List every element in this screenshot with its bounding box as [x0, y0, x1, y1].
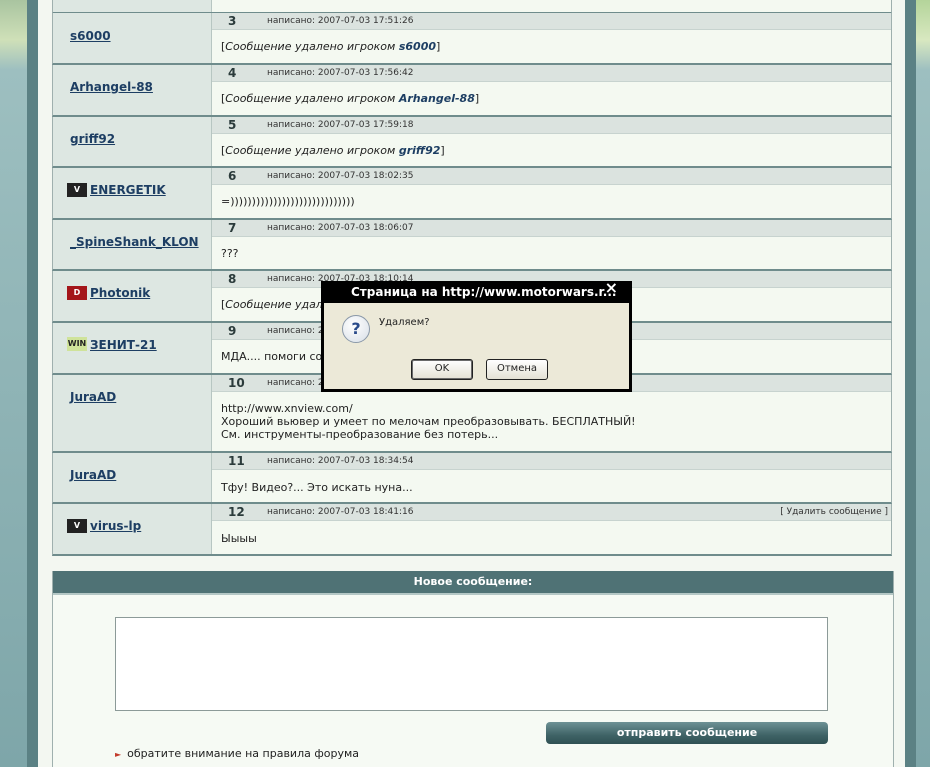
post-header: 4 написано: 2007-07-03 17:56:42	[212, 65, 891, 82]
post-date: написано: 2	[267, 378, 324, 388]
forum-post: _SpineShank_KLON 7 написано: 2007-07-03 …	[52, 220, 892, 271]
forum-post: JuraAD 11 написано: 2007-07-03 18:34:54 …	[52, 453, 892, 504]
forum-post: s6000 3 написано: 2007-07-03 17:51:26 [С…	[52, 13, 892, 65]
post-author-cell: s6000	[53, 13, 212, 63]
author-link[interactable]: _SpineShank_KLON	[70, 235, 199, 249]
post-body: Тфу! Видео?... Это искать нуна...	[221, 481, 413, 494]
forum-post: V virus-lp 12 написано: 2007-07-03 18:41…	[52, 504, 892, 556]
post-date: написано: 2007-07-03 17:59:18	[267, 120, 414, 130]
post-number: 5	[228, 118, 237, 132]
post-author-cell: V ENERGETIK	[53, 168, 212, 218]
post-header: 7 написано: 2007-07-03 18:06:07	[212, 220, 891, 237]
post-date: написано: 2007-07-03 17:51:26	[267, 16, 414, 26]
post-author-cell: JuraAD	[53, 453, 212, 502]
post-author-cell: JuraAD	[53, 375, 212, 451]
post-body: Ыыыы	[221, 532, 257, 545]
post-date: написано: 2007-07-03 17:56:42	[267, 68, 414, 78]
forum-post: V ENERGETIK 6 написано: 2007-07-03 18:02…	[52, 168, 892, 220]
dialog-titlebar[interactable]: Страница на http://www.motorwars.r... ×	[321, 278, 632, 303]
post-author-cell: griff92	[53, 117, 212, 166]
post-number: 12	[228, 505, 245, 519]
delete-post-link[interactable]: [ Удалить сообщение ]	[780, 507, 888, 517]
send-message-button[interactable]: отправить сообщение	[546, 722, 828, 744]
close-icon[interactable]: ×	[605, 278, 618, 297]
post-header: 5 написано: 2007-07-03 17:59:18	[212, 117, 891, 134]
author-link[interactable]: JuraAD	[70, 390, 116, 404]
post-number: 10	[228, 376, 245, 390]
user-badge-icon: V	[67, 519, 87, 533]
author-link[interactable]: s6000	[70, 29, 111, 43]
post-number: 9	[228, 324, 237, 338]
forum-post: Arhangel-88 4 написано: 2007-07-03 17:56…	[52, 65, 892, 117]
confirm-dialog: Страница на http://www.motorwars.r... × …	[321, 278, 632, 392]
message-textarea[interactable]	[115, 617, 828, 711]
post-number: 11	[228, 454, 245, 468]
new-message-panel: Новое сообщение: отправить сообщение ► об…	[52, 571, 894, 767]
body-line: Хороший вьювер и умеет по мелочам преобр…	[221, 415, 636, 428]
user-badge-icon: D	[67, 286, 87, 300]
post-author-cell: WIN ЗЕНИТ-21	[53, 323, 212, 373]
user-badge-icon: WIN	[67, 337, 87, 351]
post-author-cell: V virus-lp	[53, 504, 212, 554]
post-header: 3 написано: 2007-07-03 17:51:26	[212, 13, 891, 30]
post-body: [Сообщение удалено игроком s6000]	[221, 40, 441, 53]
forum-post: griff92 5 написано: 2007-07-03 17:59:18 …	[52, 117, 892, 168]
post-body: =)))))))))))))))))))))))))))))	[221, 195, 355, 208]
question-icon: ?	[342, 315, 370, 343]
author-link[interactable]: virus-lp	[90, 519, 141, 533]
post-header: 12 написано: 2007-07-03 18:41:16 [ Удали…	[212, 504, 891, 521]
post-number: 8	[228, 272, 237, 286]
post-number: 7	[228, 221, 237, 235]
post-date: написано: 2007-07-03 18:06:07	[267, 223, 414, 233]
author-link[interactable]: griff92	[70, 132, 115, 146]
author-link[interactable]: Arhangel-88	[70, 80, 153, 94]
post-body: [Сообщение удалено игроком griff92]	[221, 144, 445, 157]
dialog-message: Удаляем?	[379, 317, 430, 328]
author-link[interactable]: JuraAD	[70, 468, 116, 482]
forum-rules-note: ► обратите внимание на правила форума	[115, 747, 360, 760]
author-link[interactable]: ЗЕНИТ-21	[90, 338, 157, 352]
post-date: написано: 2007-07-03 18:34:54	[267, 456, 414, 466]
dialog-body: ? Удаляем? OK Отмена	[324, 303, 629, 389]
arrow-right-icon: ►	[115, 750, 122, 759]
post-date: написано: 2007-07-03 18:02:35	[267, 171, 414, 181]
author-link[interactable]: ENERGETIK	[90, 183, 166, 197]
previous-post-tail	[52, 0, 892, 14]
post-number: 4	[228, 66, 237, 80]
post-author-cell: Arhangel-88	[53, 65, 212, 115]
user-badge-icon: V	[67, 183, 87, 197]
post-header: 11 написано: 2007-07-03 18:34:54	[212, 453, 891, 470]
cancel-button[interactable]: Отмена	[486, 359, 548, 380]
post-author-cell: D Photonik	[53, 271, 212, 321]
post-body: [Сообщение удалено игроком Arhangel-88]	[221, 92, 480, 105]
body-link[interactable]: http://www.xnview.com/	[221, 402, 883, 415]
post-body: http://www.xnview.com/ Хороший вьювер и …	[221, 402, 883, 441]
body-line: См. инструменты-преобразование без потер…	[221, 428, 499, 441]
post-author-cell: _SpineShank_KLON	[53, 220, 212, 269]
post-number: 6	[228, 169, 237, 183]
ok-button[interactable]: OK	[411, 359, 473, 380]
post-date: написано: 2	[267, 326, 324, 336]
author-link[interactable]: Photonik	[90, 286, 150, 300]
post-header: 6 написано: 2007-07-03 18:02:35	[212, 168, 891, 185]
dialog-title: Страница на http://www.motorwars.r...	[351, 285, 617, 299]
forum-rules-link[interactable]: правила форума	[263, 747, 359, 760]
post-body: ???	[221, 247, 239, 260]
new-message-title: Новое сообщение:	[53, 571, 893, 595]
post-number: 3	[228, 14, 237, 28]
post-date: написано: 2007-07-03 18:41:16	[267, 507, 414, 517]
